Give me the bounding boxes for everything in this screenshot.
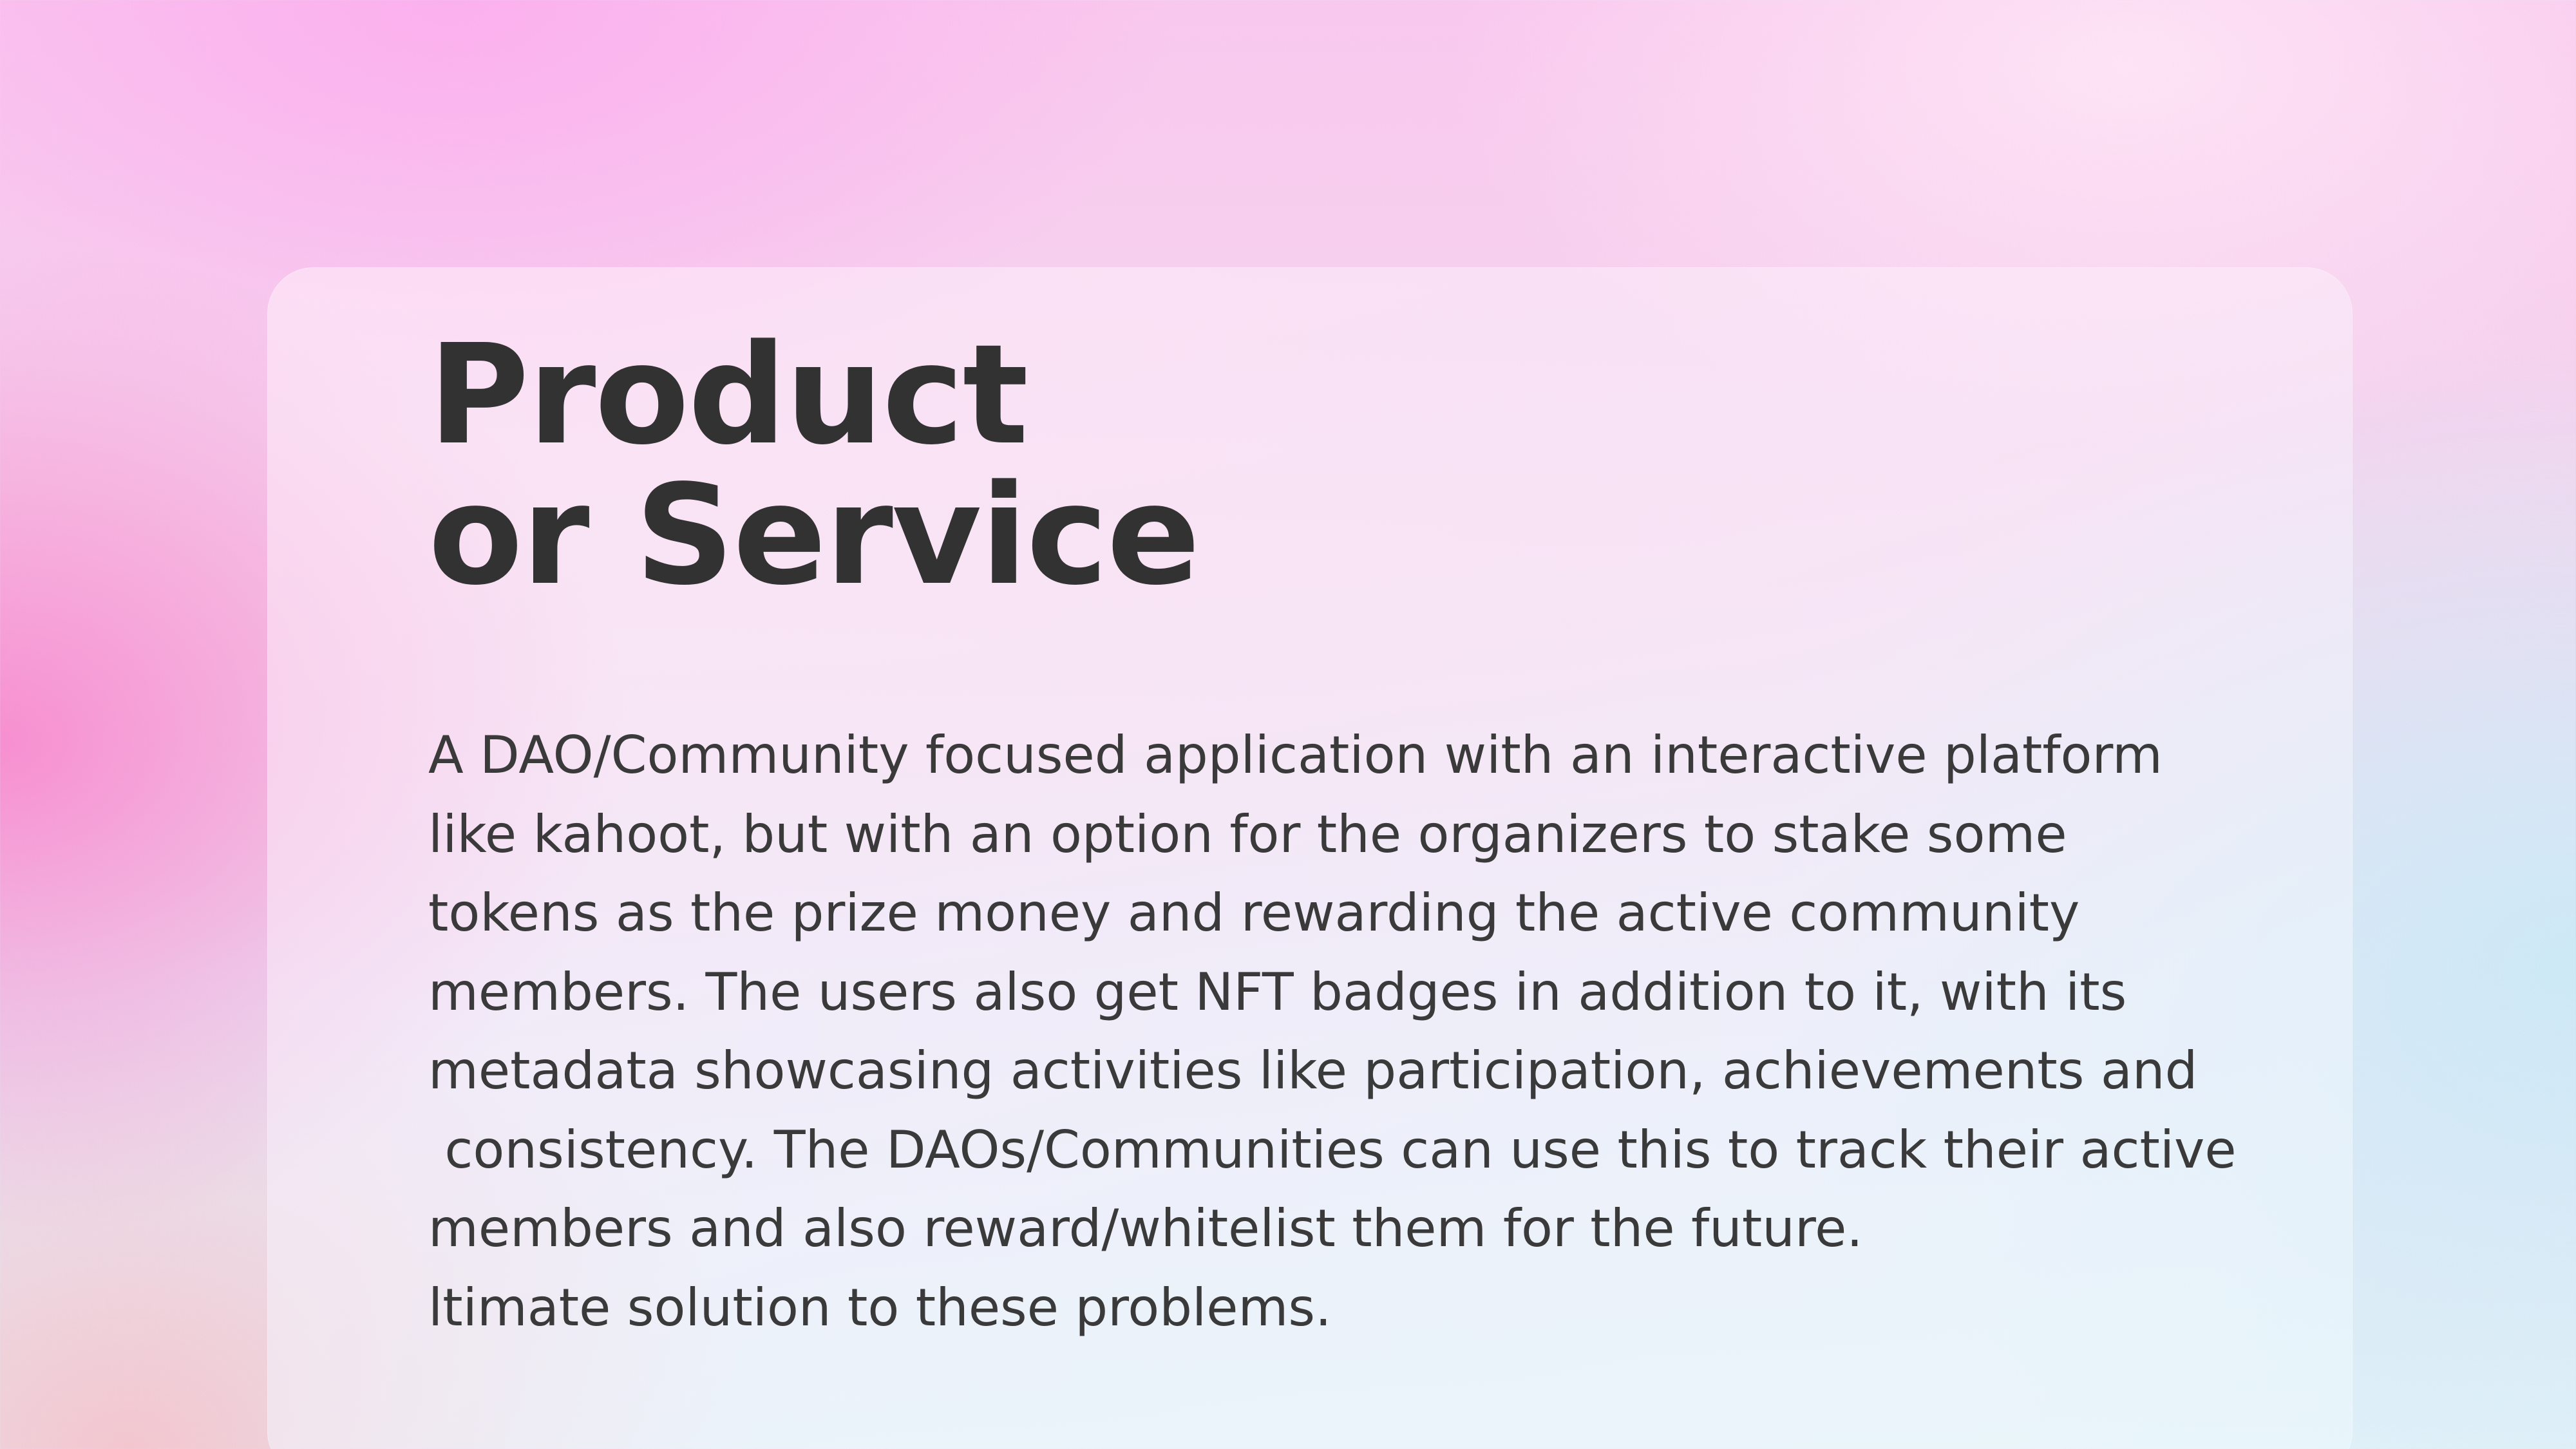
body-line-6: consistency. The DAOs/Communities can us… — [428, 1119, 2237, 1180]
slide-title-line-1: Product — [428, 315, 1028, 475]
slide-title-line-2: or Service — [428, 455, 1200, 616]
body-line-1: A DAO/Community focused application with… — [428, 725, 2163, 785]
body-line-7: members and also reward/whitelist them f… — [428, 1198, 1863, 1258]
body-line-2: like kahoot, but with an option for the … — [428, 804, 2067, 864]
body-line-3: tokens as the prize money and rewarding … — [428, 883, 2080, 943]
body-line-4: members. The users also get NFT badges i… — [428, 961, 2127, 1022]
slide-title: Product or Service — [428, 315, 1200, 616]
slide-body: A DAO/Community focused application with… — [428, 716, 2360, 1347]
body-line-5: metadata showcasing activities like part… — [428, 1041, 2198, 1101]
body-line-8: ltimate solution to these problems. — [428, 1277, 1332, 1338]
